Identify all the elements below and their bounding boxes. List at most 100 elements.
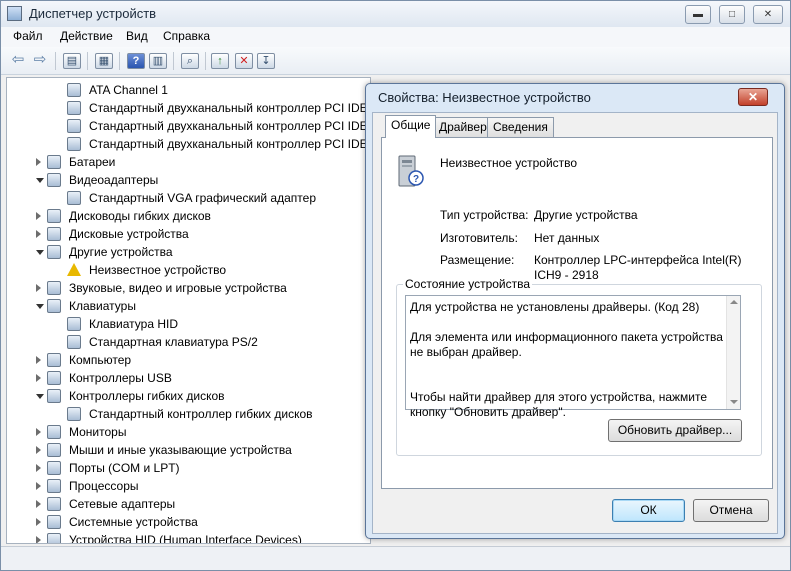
tree-item-label: Стандартный двухканальный контроллер PCI… (89, 137, 368, 151)
device-icon (67, 101, 81, 115)
device-icon (47, 389, 61, 403)
device-icon (67, 407, 81, 421)
collapse-arrow-icon[interactable] (36, 394, 44, 399)
tree-item-label: Стандартная клавиатура PS/2 (89, 335, 258, 349)
device-icon (47, 461, 61, 475)
properties-icon[interactable]: ▦ (95, 53, 113, 69)
window-title: Диспетчер устройств (29, 6, 157, 21)
collapse-arrow-icon[interactable] (36, 178, 44, 183)
close-button[interactable]: ✕ (753, 5, 783, 24)
expand-arrow-icon[interactable] (36, 536, 41, 543)
device-icon (47, 281, 61, 295)
location-label: Размещение: (440, 253, 515, 267)
tab-driver[interactable]: Драйвер (433, 117, 493, 137)
expand-arrow-icon[interactable] (36, 212, 41, 220)
expand-arrow-icon[interactable] (36, 158, 41, 166)
toolbar-separator (55, 52, 56, 70)
device-icon (47, 209, 61, 223)
device-icon (47, 353, 61, 367)
tree-item-label: Сетевые адаптеры (69, 497, 176, 511)
location-value: Контроллер LPC-интерфейса Intel(R) ICH9 … (534, 253, 742, 282)
back-arrow-icon[interactable]: ⇦ (9, 52, 27, 69)
tree-item-label: Порты (COM и LPT) (69, 461, 180, 475)
tab-details[interactable]: Сведения (487, 117, 554, 137)
expand-arrow-icon[interactable] (36, 518, 41, 526)
menu-view[interactable]: Вид (126, 29, 148, 43)
title-bar: Диспетчер устройств ▬ □ ✕ (1, 1, 790, 27)
device-icon (47, 173, 61, 187)
unknown-device-icon: ? (398, 155, 424, 187)
device-tree[interactable]: ATA Channel 1 Стандартный двухканальный к… (6, 77, 371, 544)
manufacturer-value: Нет данных (534, 231, 600, 245)
device-icon (47, 443, 61, 457)
device-icon (47, 497, 61, 511)
expand-arrow-icon[interactable] (36, 446, 41, 454)
scroll-down-icon[interactable] (730, 400, 738, 404)
tree-item-label: Батареи (69, 155, 116, 169)
maximize-button[interactable]: □ (719, 5, 745, 24)
dialog-title: Свойства: Неизвестное устройство (378, 90, 591, 105)
menu-help[interactable]: Справка (163, 29, 210, 43)
device-icon (47, 479, 61, 493)
tree-item-label: Стандартный двухканальный контроллер PCI… (89, 101, 368, 115)
update-driver-icon[interactable]: ↑ (211, 53, 229, 69)
device-icon (47, 515, 61, 529)
expand-arrow-icon[interactable] (36, 230, 41, 238)
tree-item-label: Системные устройства (69, 515, 198, 529)
tree-item-label: Дисководы гибких дисков (69, 209, 211, 223)
cancel-button[interactable]: Отмена (693, 499, 769, 522)
tab-general[interactable]: Общие (385, 115, 437, 138)
disable-device-icon[interactable]: ✕ (235, 53, 253, 69)
device-icon (67, 335, 81, 349)
help-icon[interactable]: ? (127, 53, 145, 69)
show-hide-tree-icon[interactable]: ▤ (63, 53, 81, 69)
expand-arrow-icon[interactable] (36, 284, 41, 292)
expand-arrow-icon[interactable] (36, 464, 41, 472)
minimize-button[interactable]: ▬ (685, 5, 711, 24)
status-bar (1, 546, 790, 570)
device-status-group: Состояние устройства Для устройства не у… (396, 277, 762, 456)
device-manager-icon (7, 6, 22, 21)
device-status-text: Для устройства не установлены драйверы. … (410, 300, 723, 419)
tree-item-label: Мониторы (69, 425, 127, 439)
tree-item-label: Клавиатура HID (89, 317, 178, 331)
tree-item-label: Стандартный двухканальный контроллер PCI… (89, 119, 368, 133)
device-status-title: Состояние устройства (403, 277, 533, 291)
uninstall-device-icon[interactable]: ↧ (257, 53, 275, 69)
tree-item-label: Контроллеры гибких дисков (69, 389, 225, 403)
tree-item-label: Устройства HID (Human Interface Devices) (69, 533, 302, 544)
scroll-up-icon[interactable] (730, 300, 738, 304)
general-tab-panel: ? Неизвестное устройство Тип устройства:… (381, 137, 773, 489)
forward-arrow-icon[interactable]: ⇨ (31, 52, 49, 69)
toolbar-separator (173, 52, 174, 70)
device-icon (67, 137, 81, 151)
expand-arrow-icon[interactable] (36, 374, 41, 382)
update-driver-button[interactable]: Обновить драйвер... (608, 419, 742, 442)
tree-item-label: Стандартный VGA графический адаптер (89, 191, 316, 205)
dialog-close-button[interactable]: ✕ (738, 88, 768, 106)
scan-hardware-icon[interactable]: ⌕ (181, 53, 199, 69)
tree-item-label: Звуковые, видео и игровые устройства (69, 281, 287, 295)
collapse-arrow-icon[interactable] (36, 304, 44, 309)
dialog-body: Общие Драйвер Сведения ? Неизвестное уст… (372, 112, 778, 534)
menu-file[interactable]: Файл (13, 29, 43, 43)
device-type-value: Другие устройства (534, 208, 638, 222)
status-scrollbar[interactable] (726, 296, 740, 409)
menu-bar: Файл Действие Вид Справка (1, 27, 790, 47)
expand-arrow-icon[interactable] (36, 428, 41, 436)
expand-arrow-icon[interactable] (36, 356, 41, 364)
toolbar: ⇦ ⇨ ▤ ▦ ? ▥ ⌕ ↑ ✕ ↧ (1, 47, 790, 75)
device-icon (67, 83, 81, 97)
device-type-label: Тип устройства: (440, 208, 529, 222)
menu-action[interactable]: Действие (60, 29, 113, 43)
tree-item-label: Стандартный контроллер гибких дисков (89, 407, 313, 421)
expand-arrow-icon[interactable] (36, 500, 41, 508)
ok-button[interactable]: ОК (612, 499, 685, 522)
device-icon (47, 155, 61, 169)
expand-arrow-icon[interactable] (36, 482, 41, 490)
manufacturer-label: Изготовитель: (440, 231, 518, 245)
collapse-arrow-icon[interactable] (36, 250, 44, 255)
action-pane-icon[interactable]: ▥ (149, 53, 167, 69)
device-name: Неизвестное устройство (440, 156, 578, 170)
device-status-textbox[interactable]: Для устройства не установлены драйверы. … (405, 295, 741, 419)
